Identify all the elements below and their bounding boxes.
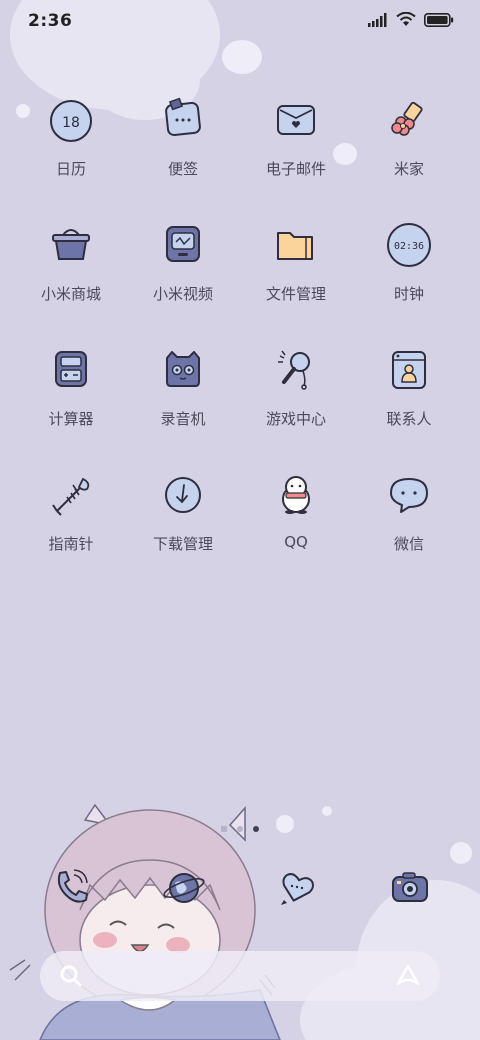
app-label: 计算器: [48, 410, 94, 428]
search-icon[interactable]: [58, 963, 84, 989]
assistant-icon[interactable]: [394, 962, 422, 990]
page-dot-2[interactable]: [237, 826, 243, 832]
app-label: 下载管理: [152, 535, 213, 553]
calendar-date: 18: [62, 115, 80, 131]
flower-plug-icon: [381, 92, 437, 148]
tv-icon: [155, 217, 211, 273]
app-label: 文件管理: [265, 285, 326, 303]
app-label: 电子邮件: [265, 160, 326, 178]
wifi-icon: [396, 12, 416, 26]
notes-icon: [155, 92, 211, 148]
signal-icon: [368, 12, 387, 27]
app-email[interactable]: 电子邮件: [240, 92, 352, 179]
penguin-icon: [268, 467, 324, 523]
app-label: 小米商城: [40, 285, 101, 303]
basket-icon: [43, 217, 99, 273]
magnifier-game-icon: [268, 342, 324, 398]
phone-icon[interactable]: [41, 858, 101, 918]
app-label: 指南针: [48, 535, 94, 553]
app-calculator[interactable]: 计算器: [15, 342, 127, 429]
app-games[interactable]: 游戏中心: [240, 342, 352, 429]
globe-icon[interactable]: [154, 858, 214, 918]
cat-recorder-icon: [155, 342, 211, 398]
app-label: 录音机: [160, 410, 206, 428]
app-qq[interactable]: QQ: [240, 467, 352, 551]
app-label: 日历: [55, 160, 86, 178]
calendar-icon: 18: [43, 92, 99, 148]
app-label: 小米视频: [152, 285, 213, 303]
contact-card-icon: [381, 342, 437, 398]
camera-icon[interactable]: [380, 858, 440, 918]
chat-bubble-icon: [381, 467, 437, 523]
download-icon: [155, 467, 211, 523]
app-label: 联系人: [386, 410, 432, 428]
fish-bone-icon: [43, 467, 99, 523]
app-video[interactable]: 小米视频: [127, 217, 239, 304]
app-files[interactable]: 文件管理: [240, 217, 352, 304]
app-mall[interactable]: 小米商城: [15, 217, 127, 304]
heart-message-icon[interactable]: [267, 858, 327, 918]
app-clock[interactable]: 02:36 时钟: [353, 217, 465, 304]
calculator-icon: [43, 342, 99, 398]
app-notes[interactable]: 便签: [127, 92, 239, 179]
app-calendar[interactable]: 18 日历: [15, 92, 127, 179]
app-label: 游戏中心: [265, 410, 326, 428]
app-compass[interactable]: 指南针: [15, 467, 127, 554]
app-label: QQ: [284, 533, 308, 551]
folder-icon: [268, 217, 324, 273]
battery-icon: [424, 12, 454, 27]
page-dot-1[interactable]: [221, 826, 227, 832]
status-time: 2:36: [28, 11, 73, 31]
search-bar[interactable]: [40, 951, 440, 1001]
page-dot-3[interactable]: [253, 826, 259, 832]
page-indicator[interactable]: [0, 826, 480, 832]
app-label: 米家: [393, 160, 424, 178]
status-bar: 2:36: [0, 0, 480, 40]
app-label: 便签: [167, 160, 198, 178]
app-contacts[interactable]: 联系人: [353, 342, 465, 429]
envelope-icon: [268, 92, 324, 148]
app-label: 时钟: [393, 285, 424, 303]
app-label: 微信: [393, 535, 424, 553]
app-wechat[interactable]: 微信: [353, 467, 465, 554]
clock-time: 02:36: [394, 241, 424, 252]
app-recorder[interactable]: 录音机: [127, 342, 239, 429]
app-mijia[interactable]: 米家: [353, 92, 465, 179]
app-downloads[interactable]: 下载管理: [127, 467, 239, 554]
clock-icon: 02:36: [381, 217, 437, 273]
dock: [0, 858, 480, 928]
